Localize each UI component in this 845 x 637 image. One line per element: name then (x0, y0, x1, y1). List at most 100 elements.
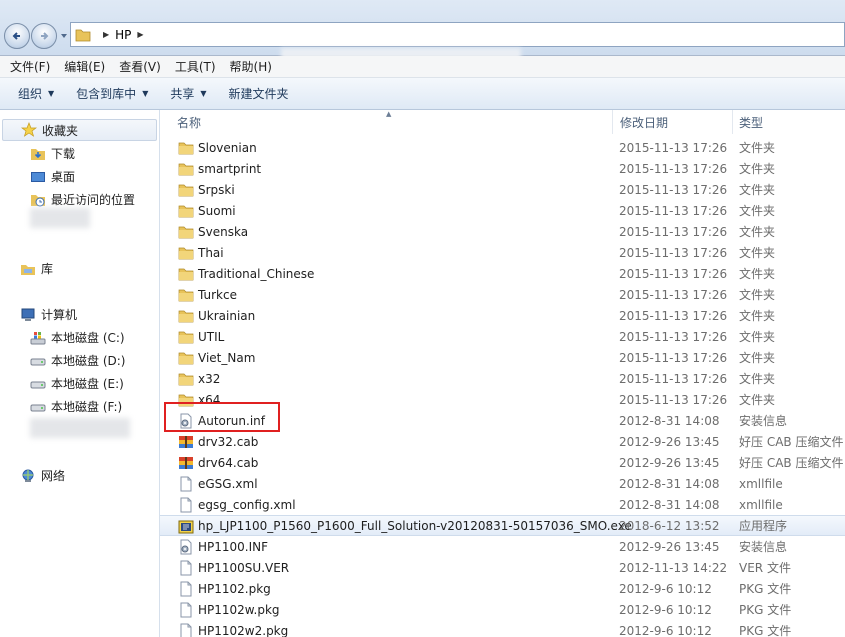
file-name: Ukrainian (198, 308, 256, 323)
file-row[interactable]: Svenska 2015-11-13 17:26 文件夹 (160, 221, 845, 242)
file-row[interactable]: HP1102w2.pkg 2012-9-6 10:12 PKG 文件 (160, 620, 845, 637)
file-name: HP1100.INF (198, 539, 269, 554)
address-box[interactable]: ▶ HP ▶ (70, 22, 845, 66)
file-type: PKG 文件 (739, 582, 792, 596)
folder-icon (178, 140, 194, 156)
file-name: drv64.cab (198, 455, 259, 470)
share-button[interactable]: 共享 ▼ (170, 85, 206, 102)
menu-file[interactable]: 文件(F) (10, 58, 50, 75)
column-header-date[interactable]: 修改日期 (613, 110, 733, 134)
file-row[interactable]: x32 2015-11-13 17:26 文件夹 (160, 368, 845, 389)
column-header-name[interactable]: 名称 (160, 110, 613, 134)
file-row[interactable]: egsg_config.xml 2012-8-31 14:08 xmllfile (160, 494, 845, 515)
file-date: 2015-11-13 17:26 (619, 266, 728, 281)
file-type: 文件夹 (739, 330, 776, 344)
file-type: PKG 文件 (739, 624, 792, 637)
nav-drive-f[interactable]: 本地磁盘 (F:) (30, 398, 122, 415)
file-type: PKG 文件 (739, 603, 792, 617)
column-header-type[interactable]: 类型 (733, 110, 845, 134)
hard-drive-icon (30, 381, 46, 388)
nav-favorites[interactable]: 收藏夹 (2, 119, 157, 141)
include-in-library-label: 包含到库中 (76, 87, 137, 101)
chevron-down-icon: ▼ (48, 89, 55, 98)
folder-icon (178, 224, 194, 240)
file-type: 文件夹 (739, 246, 776, 260)
file-date: 2012-9-6 10:12 (619, 602, 712, 617)
forward-button[interactable] (31, 23, 57, 49)
file-row[interactable]: Ukrainian 2015-11-13 17:26 文件夹 (160, 305, 845, 326)
file-row[interactable]: UTIL 2015-11-13 17:26 文件夹 (160, 326, 845, 347)
folder-icon (178, 161, 194, 177)
file-date: 2015-11-13 17:26 (619, 287, 728, 302)
new-folder-button[interactable]: 新建文件夹 (229, 85, 289, 102)
folder-icon (178, 203, 194, 219)
file-date: 2012-9-26 13:45 (619, 434, 720, 449)
file-type: 文件夹 (739, 225, 776, 239)
file-date: 2012-11-13 14:22 (619, 560, 728, 575)
file-row[interactable]: drv32.cab 2012-9-26 13:45 好压 CAB 压缩文件 (160, 431, 845, 452)
breadcrumb-hp[interactable]: HP (115, 28, 131, 42)
menu-help[interactable]: 帮助(H) (230, 58, 272, 75)
nav-network[interactable]: 网络 (20, 467, 65, 484)
file-row[interactable]: Turkce 2015-11-13 17:26 文件夹 (160, 284, 845, 305)
file-row[interactable]: HP1102.pkg 2012-9-6 10:12 PKG 文件 (160, 578, 845, 599)
highlight-box (164, 402, 280, 432)
folder-icon (178, 308, 194, 324)
file-name: egsg_config.xml (198, 497, 296, 512)
menu-edit[interactable]: 编辑(E) (64, 58, 105, 75)
organize-button[interactable]: 组织 ▼ (18, 85, 54, 102)
nav-item-label: 本地磁盘 (C:) (51, 331, 125, 345)
file-row[interactable]: Traditional_Chinese 2015-11-13 17:26 文件夹 (160, 263, 845, 284)
file-row[interactable]: HP1100.INF 2012-9-26 13:45 安装信息 (160, 536, 845, 557)
file-row[interactable]: Suomi 2015-11-13 17:26 文件夹 (160, 200, 845, 221)
file-row[interactable]: Viet_Nam 2015-11-13 17:26 文件夹 (160, 347, 845, 368)
column-header-label: 名称 (177, 115, 202, 130)
file-row[interactable]: smartprint 2015-11-13 17:26 文件夹 (160, 158, 845, 179)
file-type: 文件夹 (739, 162, 776, 176)
nav-drive-d[interactable]: 本地磁盘 (D:) (30, 352, 125, 369)
file-row[interactable]: HP1102w.pkg 2012-9-6 10:12 PKG 文件 (160, 599, 845, 620)
recent-pages-dropdown-icon[interactable] (60, 32, 68, 40)
file-row[interactable]: drv64.cab 2012-9-26 13:45 好压 CAB 压缩文件 (160, 452, 845, 473)
star-icon (21, 122, 37, 137)
file-name: Svenska (198, 224, 249, 239)
back-button[interactable] (4, 23, 30, 49)
breadcrumb-separator-icon[interactable]: ▶ (103, 30, 109, 39)
file-row[interactable]: Thai 2015-11-13 17:26 文件夹 (160, 242, 845, 263)
file-name: eGSG.xml (198, 476, 258, 491)
nav-item-downloads[interactable]: 下载 (30, 145, 75, 162)
file-type: 文件夹 (739, 288, 776, 302)
file-row[interactable]: hp_LJP1100_P1560_P1600_Full_Solution-v20… (160, 515, 845, 536)
nav-network-label: 网络 (41, 469, 66, 483)
nav-item-recent-places[interactable]: 最近访问的位置 (30, 191, 135, 208)
file-date: 2015-11-13 17:26 (619, 140, 728, 155)
file-row[interactable]: Srpski 2015-11-13 17:26 文件夹 (160, 179, 845, 200)
file-name: HP1102w2.pkg (198, 623, 289, 637)
inf-icon (178, 539, 194, 555)
file-row[interactable]: HP1100SU.VER 2012-11-13 14:22 VER 文件 (160, 557, 845, 578)
nav-drive-e[interactable]: 本地磁盘 (E:) (30, 375, 124, 392)
nav-libraries[interactable]: 库 (20, 260, 53, 277)
blurred-region (30, 418, 130, 438)
breadcrumb-separator-icon[interactable]: ▶ (137, 30, 143, 39)
nav-item-label: 下载 (51, 147, 76, 161)
nav-item-desktop[interactable]: 桌面 (30, 168, 75, 185)
address-bar-region: ▶ HP ▶ (0, 0, 845, 66)
forward-arrow-icon (41, 32, 49, 40)
file-name: Viet_Nam (198, 350, 256, 365)
nav-drive-c[interactable]: 本地磁盘 (C:) (30, 329, 125, 346)
organize-label: 组织 (18, 87, 43, 101)
nav-computer-label: 计算机 (41, 308, 78, 322)
downloads-folder-icon (31, 148, 45, 160)
file-row[interactable]: eGSG.xml 2012-8-31 14:08 xmllfile (160, 473, 845, 494)
menu-view[interactable]: 查看(V) (119, 58, 161, 75)
computer-icon (21, 308, 35, 321)
file-type: 好压 CAB 压缩文件 (739, 435, 844, 449)
nav-item-label: 桌面 (51, 170, 76, 184)
menu-tools[interactable]: 工具(T) (175, 58, 216, 75)
folder-icon (178, 329, 194, 345)
include-in-library-button[interactable]: 包含到库中 ▼ (76, 85, 148, 102)
file-row[interactable]: Slovenian 2015-11-13 17:26 文件夹 (160, 137, 845, 158)
file-type: 文件夹 (739, 204, 776, 218)
nav-computer[interactable]: 计算机 (20, 306, 77, 323)
